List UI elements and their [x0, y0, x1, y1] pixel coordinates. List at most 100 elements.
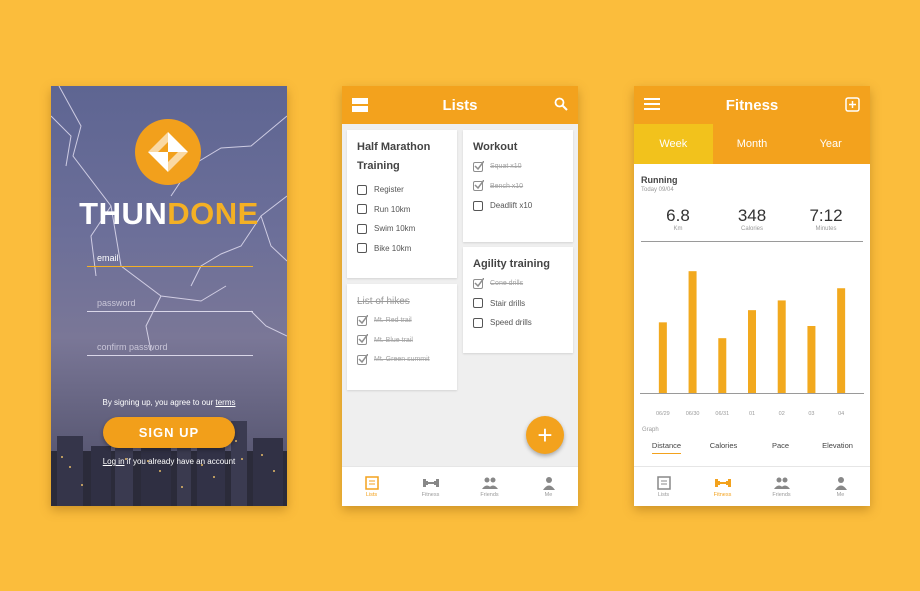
stat-value: 6.8 [666, 206, 690, 225]
city-skyline [51, 421, 287, 506]
layout-icon[interactable] [352, 97, 368, 117]
list-item[interactable]: Deadlift x10 [473, 196, 563, 216]
checked-checkbox-icon[interactable] [473, 160, 484, 172]
menu-icon[interactable] [644, 97, 660, 115]
list-item[interactable]: Register [357, 180, 447, 200]
login-link[interactable]: Log in [103, 457, 125, 466]
checked-checkbox-icon[interactable] [473, 277, 484, 289]
bottom-nav: Lists Fitness Friends Me [634, 466, 870, 506]
app-logo [135, 119, 201, 185]
nav-item-me[interactable]: Me [519, 467, 578, 506]
chart-tick-label: 03 [808, 411, 814, 417]
nav-item-lists[interactable]: Lists [342, 467, 401, 506]
item-label: Run 10km [374, 204, 411, 214]
activity-title: Running [641, 175, 678, 185]
item-label: Mt. Green summit [374, 356, 430, 364]
nav-item-fitness[interactable]: Fitness [401, 467, 460, 506]
login-prompt: Log in if you already have an account [51, 457, 287, 466]
brand-part-1: THUN [79, 196, 168, 231]
tab-year[interactable]: Year [791, 124, 870, 164]
chart-tick-label: 06/31 [715, 411, 729, 417]
lists-screen: Lists Half Marathon Training Register Ru… [342, 86, 578, 506]
search-icon[interactable] [554, 97, 568, 115]
checkbox[interactable] [357, 204, 367, 215]
stat-calories: 348 Calories [715, 206, 789, 241]
list-item[interactable]: Cone drills [473, 274, 563, 294]
checked-checkbox-icon[interactable] [357, 353, 368, 365]
nav-item-lists[interactable]: Lists [634, 467, 693, 506]
add-box-icon[interactable] [845, 97, 860, 116]
add-list-button[interactable]: + [526, 416, 564, 454]
chart-bar [837, 288, 846, 393]
lists-header: Lists [342, 86, 578, 124]
checked-checkbox-icon[interactable] [473, 180, 484, 192]
checked-checkbox-icon[interactable] [357, 314, 368, 326]
list-item[interactable]: Speed drills [473, 313, 563, 333]
list-card-hikes[interactable]: List of hikes Mt. Red trail Mt. Blue tra… [347, 284, 457, 390]
chart-bar [748, 310, 756, 393]
nav-item-friends[interactable]: Friends [460, 467, 519, 506]
nav-item-me[interactable]: Me [811, 467, 870, 506]
terms-link[interactable]: terms [215, 398, 235, 407]
list-item[interactable]: Swim 10km [357, 219, 447, 239]
period-tabs: Week Month Year [634, 124, 870, 164]
password-field[interactable]: password [87, 294, 253, 312]
nav-label: Fitness [421, 491, 440, 498]
metric-tab-calories[interactable]: Calories [695, 441, 752, 455]
list-item[interactable]: Mt. Blue trail [357, 331, 447, 351]
list-card-half-marathon[interactable]: Half Marathon Training Register Run 10km… [347, 130, 457, 278]
checkbox[interactable] [357, 184, 367, 195]
lists-title: Lists [442, 96, 478, 114]
list-card-workout[interactable]: Workout Squat x10 Bench x10 Deadlift x10 [463, 130, 573, 242]
list-item[interactable]: Bike 10km [357, 239, 447, 259]
chart-bar [688, 271, 697, 393]
list-card-agility[interactable]: Agility training Cone drills Stair drill… [463, 247, 573, 353]
item-label: Mt. Blue trail [374, 336, 413, 344]
metric-tab-elevation[interactable]: Elevation [809, 441, 866, 455]
metric-label: Calories [709, 441, 738, 450]
list-item[interactable]: Run 10km [357, 200, 447, 220]
nav-label: Lists [657, 491, 670, 498]
brand-part-2: DONE [167, 196, 259, 231]
checkbox[interactable] [357, 243, 367, 254]
metric-label: Elevation [822, 441, 853, 450]
plus-icon: + [537, 419, 553, 450]
metric-tab-distance[interactable]: Distance [638, 441, 695, 455]
list-item[interactable]: Mt. Red trail [357, 311, 447, 331]
list-item[interactable]: Stair drills [473, 294, 563, 314]
bottom-nav: Lists Fitness Friends Me [342, 466, 578, 506]
email-field[interactable]: email [87, 249, 253, 267]
card-title: Workout [473, 141, 518, 153]
tab-week[interactable]: Week [634, 124, 713, 164]
item-label: Cone drills [490, 280, 524, 288]
confirm-password-field[interactable]: confirm password [87, 338, 253, 356]
chart-bar [777, 300, 786, 393]
chart-tick-label: 01 [749, 411, 755, 417]
stat-distance: 6.8 Km [641, 206, 715, 241]
checkbox[interactable] [357, 223, 367, 234]
tab-month[interactable]: Month [712, 124, 792, 164]
nav-item-friends[interactable]: Friends [752, 467, 811, 506]
nav-item-fitness[interactable]: Fitness [693, 467, 752, 506]
item-label: Stair drills [490, 298, 526, 308]
checkbox[interactable] [473, 317, 483, 328]
list-item[interactable]: Bench x10 [473, 177, 563, 197]
nav-label: Fitness [713, 491, 732, 498]
list-item[interactable]: Mt. Green summit [357, 350, 447, 370]
terms-text: By signing up, you agree to our [102, 398, 214, 407]
checked-checkbox-icon[interactable] [357, 334, 368, 346]
stat-label: Minutes [815, 226, 837, 232]
list-item[interactable]: Squat x10 [473, 157, 563, 177]
metric-tabs: Distance Calories Pace Elevation [638, 441, 866, 455]
metric-tab-pace[interactable]: Pace [752, 441, 809, 455]
brand-name: THUNDONE [51, 196, 287, 232]
stat-value: 7:12 [809, 206, 843, 225]
stats-row: 6.8 Km 348 Calories 7:12 Minutes [641, 206, 863, 242]
signup-button[interactable]: SIGN UP [103, 417, 235, 448]
nav-label: Lists [365, 491, 378, 498]
chart-bar [718, 338, 727, 393]
login-screen: THUNDONE email password confirm password… [51, 86, 287, 506]
checkbox[interactable] [473, 200, 483, 211]
fitness-title: Fitness [725, 96, 779, 114]
checkbox[interactable] [473, 298, 483, 309]
